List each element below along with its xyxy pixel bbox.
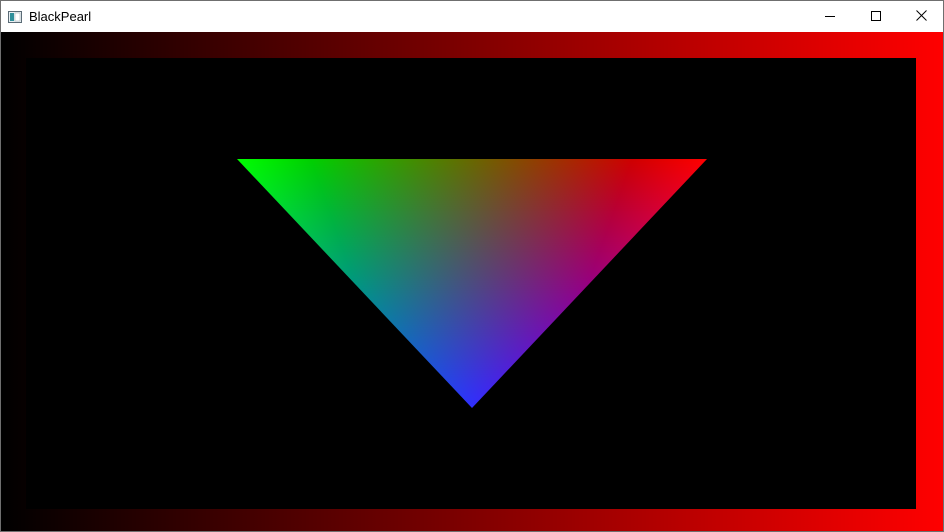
minimize-button[interactable] xyxy=(807,1,853,32)
window-title: BlackPearl xyxy=(29,9,92,24)
app-window: BlackPearl xyxy=(0,0,944,532)
title-bar[interactable]: BlackPearl xyxy=(1,1,943,32)
minimize-icon xyxy=(825,8,835,26)
opengl-scene xyxy=(1,32,943,531)
close-icon xyxy=(915,8,927,26)
close-button[interactable] xyxy=(898,1,943,32)
maximize-button[interactable] xyxy=(853,1,899,32)
render-viewport[interactable] xyxy=(1,32,943,531)
app-window-icon xyxy=(8,10,22,23)
maximize-icon xyxy=(871,8,881,26)
